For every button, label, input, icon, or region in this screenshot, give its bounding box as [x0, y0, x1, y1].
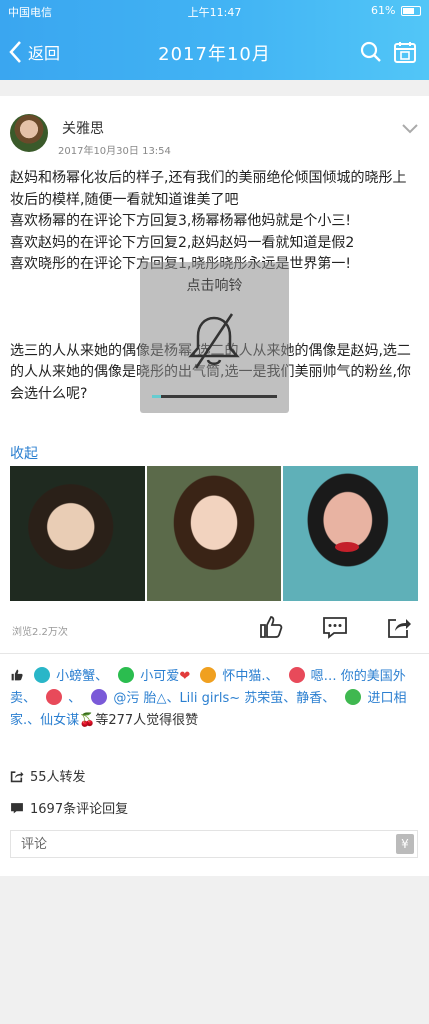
user-badge-icon [200, 667, 217, 683]
post-paragraph: 喜欢杨幂的在评论下方回复3,杨幂杨幂他妈就是个小三! [10, 213, 351, 229]
avatar[interactable] [10, 114, 48, 152]
search-icon[interactable] [359, 40, 383, 64]
cherry-icon: 🍒 [79, 713, 96, 728]
post-paragraph: 喜欢赵妈的在评论下方回复2,赵妈赵妈一看就知道是假2 [10, 234, 355, 251]
share-small-icon [10, 770, 24, 782]
share-icon[interactable] [386, 614, 412, 640]
user-badge-icon [118, 667, 135, 683]
view-count: 浏览2.2万次 [12, 627, 68, 638]
bell-muted-icon [188, 313, 240, 369]
liker-name[interactable]: 小螃蟹、 [56, 669, 108, 684]
calendar-icon[interactable] [393, 40, 417, 64]
status-bar: 中国电信 上午11:47 61% [0, 0, 429, 22]
toast-progress-fill [152, 395, 161, 398]
author-row: 关雅思 2017年10月30日 13:54 [10, 110, 419, 157]
chevron-down-icon[interactable] [401, 122, 419, 136]
post-timestamp: 2017年10月30日 13:54 [58, 146, 171, 157]
liker-name[interactable]: @污 胎△、Lili girls~ [113, 691, 240, 706]
nav-bar: 返回 2017年10月 [0, 28, 429, 76]
post-paragraph: 赵妈和杨幂化妆后的样子,还有我们的美丽绝伦倾国倾城的晓彤上妆后的模样,随便一看就… [10, 170, 407, 208]
share-count-row[interactable]: 55人转发 [10, 766, 86, 785]
user-badge-icon [91, 689, 108, 705]
comment-input[interactable] [11, 831, 371, 857]
photo-2[interactable] [146, 466, 282, 601]
toast-label: 点击响铃 [186, 278, 243, 294]
user-badge-icon [46, 689, 63, 705]
liker-name[interactable]: 、 [68, 691, 81, 706]
battery-status: 61% [371, 4, 421, 17]
comment-box: ¥ [10, 830, 418, 858]
user-badge-icon [34, 667, 51, 683]
photo-grid [10, 466, 419, 601]
like-icon[interactable] [258, 614, 284, 640]
comment-count-row[interactable]: 1697条评论回复 [10, 798, 128, 817]
liker-name[interactable]: 小可爱 [140, 669, 179, 684]
likes-summary: 等277人觉得很赞 [95, 713, 199, 728]
ring-toast[interactable]: 点击响铃 [140, 262, 289, 413]
toast-progress [152, 395, 277, 398]
like-small-icon [11, 669, 23, 681]
app-header: 中国电信 上午11:47 61% 返回 2017年10月 [0, 0, 429, 80]
share-count: 55人转发 [30, 770, 86, 785]
divider [0, 653, 429, 654]
heart-icon: ❤ [179, 669, 191, 684]
likes-list: 小螃蟹、 小可爱❤ 怀中猫.、 嗯… 你的美国外卖、 、 @污 胎△、Lili … [10, 666, 420, 732]
author-name[interactable]: 关雅思 [62, 118, 104, 138]
photo-1[interactable] [10, 466, 145, 601]
photo-3[interactable] [283, 466, 419, 601]
comment-small-icon [11, 802, 23, 813]
money-icon[interactable]: ¥ [396, 834, 414, 854]
status-time: 上午11:47 [187, 6, 242, 19]
comment-count: 1697条评论回复 [30, 802, 129, 817]
user-badge-icon [288, 667, 305, 683]
user-badge-icon [345, 689, 362, 705]
battery-icon [401, 6, 421, 16]
post-card: 关雅思 2017年10月30日 13:54 赵妈和杨幂化妆后的样子,还有我们的美… [0, 96, 429, 876]
collapse-link[interactable]: 收起 [10, 443, 38, 463]
liker-name[interactable]: 苏荣萤、静香、 [244, 691, 335, 706]
liker-name[interactable]: 怀中猫.、 [222, 669, 278, 684]
battery-percent: 61% [371, 4, 396, 17]
liker-name[interactable]: 嗯… [311, 669, 337, 684]
comment-icon[interactable] [322, 614, 348, 640]
